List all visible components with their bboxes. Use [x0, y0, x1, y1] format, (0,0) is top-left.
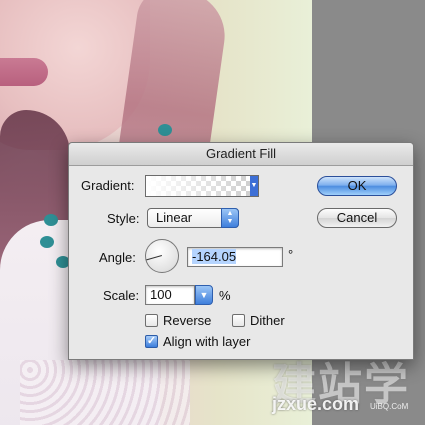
style-label: Style: — [107, 211, 140, 226]
gradient-label: Gradient: — [81, 178, 135, 193]
degree-unit: ° — [288, 247, 294, 262]
gradient-fill-dialog: Gradient Fill Gradient: ▼ Style: Linear … — [68, 142, 414, 360]
angle-value: -164.05 — [192, 249, 237, 264]
watermark-small: UiBQ.CoM — [370, 402, 409, 411]
dither-label: Dither — [250, 313, 285, 328]
dither-checkbox[interactable] — [232, 314, 245, 327]
align-with-layer-checkbox[interactable]: ✓ — [145, 335, 158, 348]
photo-bead — [40, 236, 54, 248]
style-select[interactable]: Linear ▲ ▼ — [147, 208, 239, 228]
reverse-label: Reverse — [163, 313, 212, 328]
photo-lips — [0, 58, 48, 86]
checkmark-icon: ✓ — [146, 335, 157, 347]
align-with-layer-label: Align with layer — [163, 334, 251, 349]
angle-label: Angle: — [99, 250, 136, 265]
dialog-title: Gradient Fill — [69, 143, 413, 166]
triangle-down-icon[interactable]: ▼ — [195, 285, 213, 305]
gradient-swatch[interactable]: ▼ — [145, 175, 259, 197]
style-value: Linear — [156, 210, 193, 225]
percent-unit: % — [219, 288, 231, 303]
angle-input[interactable]: -164.05 — [187, 247, 283, 267]
up-down-arrows-icon[interactable]: ▲ ▼ — [221, 208, 239, 228]
scale-input[interactable]: 100 — [145, 285, 195, 305]
reverse-checkbox[interactable] — [145, 314, 158, 327]
angle-needle — [146, 255, 162, 261]
photo-bead — [158, 124, 172, 136]
angle-dial[interactable] — [145, 239, 179, 273]
ok-button[interactable]: OK — [317, 176, 397, 196]
triangle-down-icon[interactable]: ▼ — [250, 176, 258, 196]
cancel-button[interactable]: Cancel — [317, 208, 397, 228]
gradient-preview — [146, 176, 250, 196]
photo-lace — [20, 360, 190, 425]
photo-bead — [44, 214, 58, 226]
scale-label: Scale: — [103, 288, 140, 303]
scale-value: 100 — [150, 287, 172, 302]
